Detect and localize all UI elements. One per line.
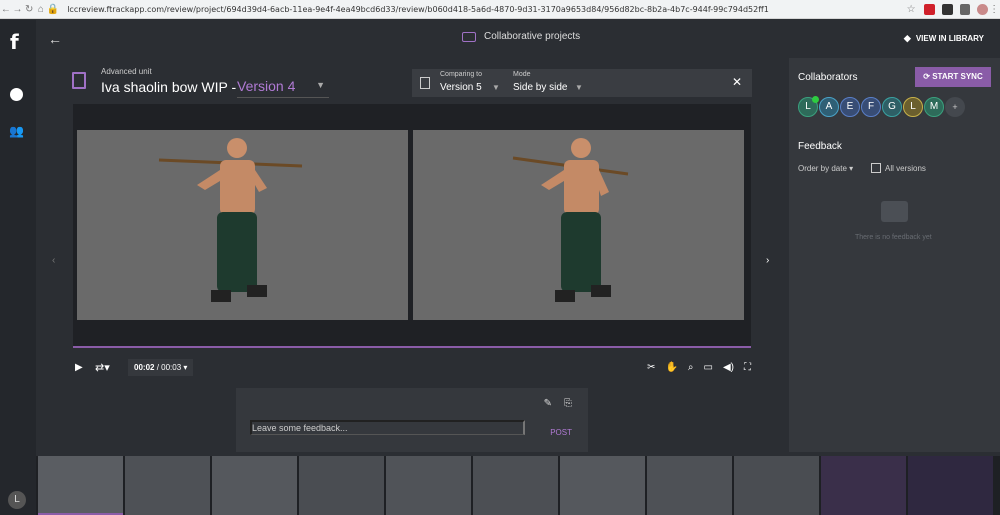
star-icon[interactable]: ☆ — [905, 4, 917, 15]
crop-icon[interactable]: ✂ — [647, 362, 655, 373]
browser-toolbar: ← → ↻ ⌂ 🔒 lccreview.ftrackapp.com/review… — [0, 0, 1000, 19]
dropdown-arrow-icon[interactable]: ▼ — [575, 83, 583, 92]
puzzle-extension-icon[interactable] — [959, 3, 971, 15]
dropdown-arrow-icon: ▼ — [316, 80, 325, 90]
pencil-icon[interactable]: ✎ — [544, 398, 552, 409]
user-avatar[interactable]: L — [8, 491, 26, 509]
version-thumbnail[interactable] — [473, 456, 558, 515]
project-title: Collaborative projects — [462, 31, 580, 42]
circle-nav-icon[interactable] — [10, 88, 23, 101]
mode-select[interactable]: Side by side — [513, 82, 567, 93]
version-thumbnail[interactable] — [560, 456, 645, 515]
version-select[interactable]: Version 4 ▼ — [237, 78, 329, 98]
back-arrow-icon[interactable]: ← — [48, 31, 62, 47]
playback-progress[interactable] — [73, 346, 751, 348]
hand-icon[interactable]: ✋ — [665, 362, 677, 373]
order-by-select[interactable]: Order by date ▾ — [798, 164, 853, 173]
dropdown-arrow-icon[interactable]: ▼ — [492, 83, 500, 92]
version-thumbnail[interactable] — [386, 456, 471, 515]
version-thumbnail[interactable] — [908, 456, 993, 515]
collaborator-avatar[interactable]: M — [924, 97, 944, 117]
compare-icon — [420, 77, 430, 89]
attachment-icon[interactable]: ⎘ — [564, 398, 572, 409]
version-thumbnail[interactable] — [125, 456, 210, 515]
player-controls: ▶ ⇄▾ 00:02 / 00:03 ▾ ✂ ✋ ⌕ ▭ ◀) ⛶ — [73, 358, 751, 380]
address-bar[interactable]: lccreview.ftrackapp.com/review/project/6… — [67, 2, 867, 17]
version-thumbnail[interactable] — [821, 456, 906, 515]
kebab-menu-icon[interactable]: ⋮ — [988, 4, 1000, 15]
back-icon[interactable]: ← — [0, 4, 12, 15]
previous-arrow-icon[interactable]: ‹ — [52, 255, 55, 266]
collaborator-avatar[interactable]: F — [861, 97, 881, 117]
checkbox-icon — [871, 163, 881, 173]
reload-icon[interactable]: ↻ — [23, 4, 35, 15]
review-main: Advanced unit Iva shaolin bow WIP - Vers… — [36, 58, 789, 456]
home-icon[interactable]: ⌂ — [35, 4, 47, 15]
sync-icon: ⟳ — [923, 72, 933, 81]
collaborator-avatar[interactable]: G — [882, 97, 902, 117]
pdf-extension-icon[interactable] — [941, 3, 953, 15]
subtitles-icon[interactable]: ▭ — [704, 362, 713, 373]
version-thumbnail[interactable] — [734, 456, 819, 515]
play-screen-icon — [462, 31, 476, 42]
app-sidebar: f 👥 L — [0, 20, 36, 515]
loop-icon[interactable]: ⇄▾ — [95, 361, 110, 374]
zoom-icon[interactable]: ⌕ — [688, 362, 694, 373]
feedback-composer: ✎ ⎘ POST — [236, 388, 588, 452]
comment-icon — [881, 201, 908, 222]
project-title-text: Collaborative projects — [484, 31, 581, 42]
view-in-library-button[interactable]: ◆ VIEW IN LIBRARY — [904, 33, 984, 44]
add-collaborator-icon[interactable]: + — [945, 97, 965, 117]
top-bar: ← Collaborative projects ◆ VIEW IN LIBRA… — [36, 20, 1000, 58]
page-title: Iva shaolin bow WIP - — [101, 79, 237, 95]
all-versions-checkbox[interactable]: All versions — [871, 163, 926, 173]
opera-extension-icon[interactable] — [923, 3, 935, 15]
media-viewer[interactable] — [73, 104, 751, 346]
film-icon — [72, 72, 86, 89]
people-icon[interactable]: 👥 — [9, 124, 24, 138]
version-4-frame — [77, 130, 408, 320]
play-icon[interactable]: ▶ — [75, 362, 83, 373]
feedback-heading: Feedback — [798, 141, 842, 152]
collaborator-avatars: L A E F G L M + — [798, 96, 965, 117]
timecode[interactable]: 00:02 / 00:03 ▾ — [128, 359, 194, 376]
layers-icon: ◆ — [903, 33, 911, 43]
feedback-input[interactable] — [250, 420, 525, 435]
version-thumbnail-strip — [36, 456, 1000, 515]
lock-icon: 🔒 — [46, 3, 60, 15]
profile-avatar-icon[interactable] — [977, 3, 989, 15]
app-logo[interactable]: f — [10, 30, 19, 54]
empty-feedback-text: There is no feedback yet — [855, 234, 932, 241]
version-5-frame — [413, 130, 744, 320]
viewer-tools: ✂ ✋ ⌕ ▭ ◀) ⛶ — [647, 362, 751, 373]
character-render-left — [158, 138, 303, 302]
collaborator-avatar[interactable]: E — [840, 97, 860, 117]
post-button[interactable]: POST — [550, 428, 572, 437]
character-render-right — [512, 138, 629, 302]
collaboration-panel: Collaborators ⟳ START SYNC L A E F G L M + Feed… — [789, 58, 1000, 452]
close-compare-icon[interactable]: ✕ — [732, 75, 742, 89]
start-sync-button[interactable]: ⟳ START SYNC — [915, 67, 991, 87]
next-arrow-icon[interactable]: › — [766, 255, 769, 266]
collaborator-avatar[interactable]: A — [819, 97, 839, 117]
comparing-version-select[interactable]: Version 5 — [440, 82, 482, 93]
collaborators-heading: Collaborators — [798, 72, 858, 83]
collaborator-avatar[interactable]: L — [903, 97, 923, 117]
composer-tools: ✎ ⎘ — [544, 398, 572, 409]
volume-icon[interactable]: ◀) — [723, 362, 734, 373]
version-thumbnail[interactable] — [299, 456, 384, 515]
fullscreen-icon[interactable]: ⛶ — [744, 362, 751, 373]
compare-bar: Comparing to Version 5 ▼ Mode Side by si… — [412, 69, 752, 97]
breadcrumb[interactable]: Advanced unit — [101, 67, 152, 76]
version-thumbnail[interactable] — [212, 456, 297, 515]
online-indicator — [812, 96, 819, 103]
forward-icon[interactable]: → — [12, 4, 24, 15]
version-thumbnail[interactable] — [38, 456, 123, 515]
version-thumbnail[interactable] — [647, 456, 732, 515]
collaborator-avatar[interactable]: L — [798, 96, 819, 117]
